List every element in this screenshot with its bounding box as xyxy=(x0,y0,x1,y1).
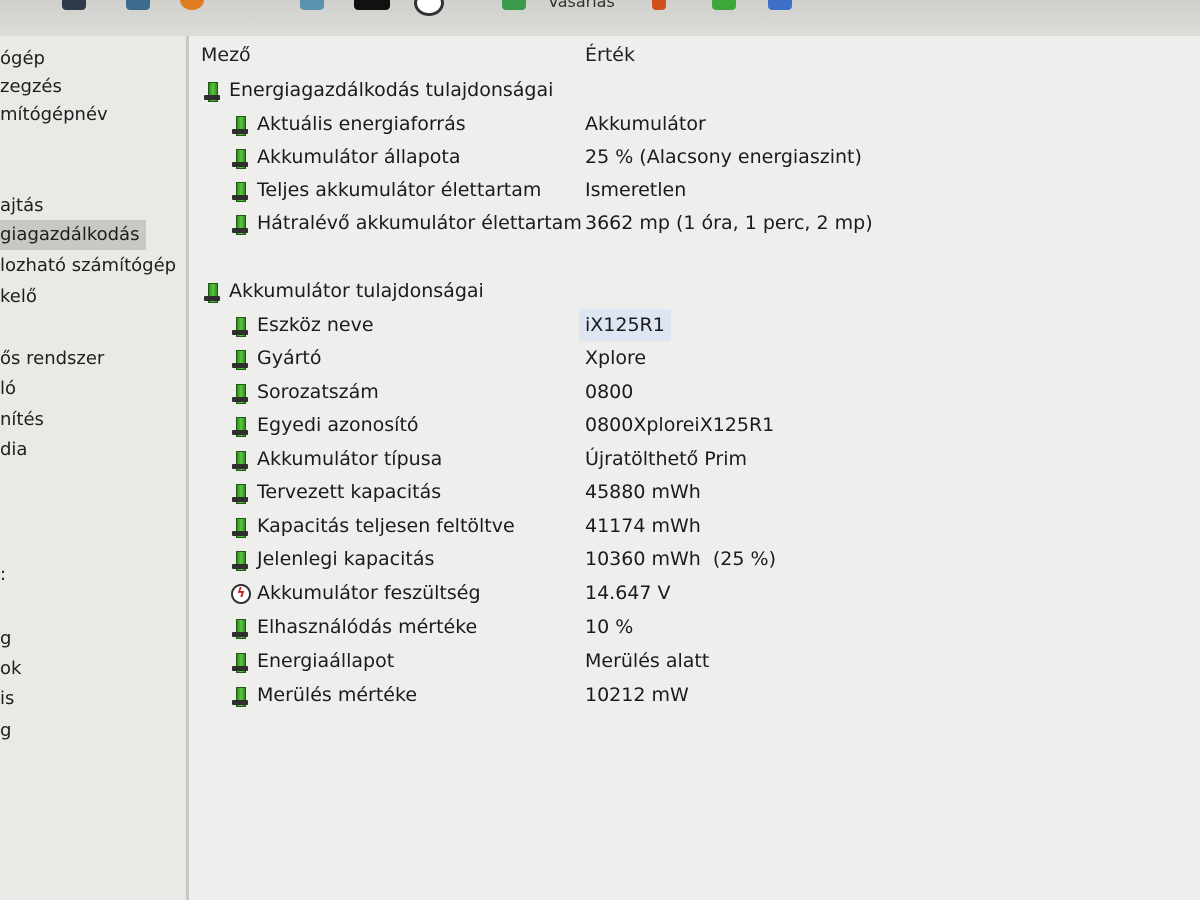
battery-icon xyxy=(231,518,249,538)
row-value: 10212 mW xyxy=(585,684,689,706)
row-field: Kapacitás teljesen feltöltve xyxy=(257,515,515,537)
row-field: Jelenlegi kapacitás xyxy=(257,548,435,570)
battery-icon xyxy=(203,82,221,102)
sidebar-item[interactable]: nítés xyxy=(0,405,50,435)
row-field: Teljes akkumulátor élettartam xyxy=(257,179,542,201)
battery-icon xyxy=(231,619,249,639)
row-field: Akkumulátor feszültség xyxy=(257,582,481,604)
row-field: Akkumulátor állapota xyxy=(257,146,461,168)
sidebar-item[interactable]: g xyxy=(0,624,17,654)
voltage-icon: ϟ xyxy=(231,584,251,604)
row-value: 0800XploreiX125R1 xyxy=(585,414,775,436)
toolbar-icon-2[interactable] xyxy=(126,0,150,10)
battery-icon xyxy=(231,215,249,235)
row-field: Eszköz neve xyxy=(257,314,374,336)
section-title: Akkumulátor tulajdonságai xyxy=(229,280,484,302)
toolbar-icon-9[interactable] xyxy=(712,0,736,10)
row-field: Elhasználódás mértéke xyxy=(257,616,478,638)
row-value: Merülés alatt xyxy=(585,650,710,672)
sidebar: ógép zegzés mítógépnév ajtás giagazdálko… xyxy=(0,36,189,900)
toolbar: Vásárlás xyxy=(0,0,1200,37)
battery-icon xyxy=(231,350,249,370)
column-header-field[interactable]: Mező xyxy=(201,44,251,66)
sidebar-item[interactable]: ló xyxy=(0,374,22,404)
toolbar-icon-4[interactable] xyxy=(300,0,324,10)
row-value: 10 % xyxy=(585,616,634,638)
sidebar-item[interactable]: g xyxy=(0,716,17,746)
battery-icon xyxy=(231,687,249,707)
sidebar-item[interactable]: dia xyxy=(0,435,33,465)
battery-icon xyxy=(231,653,249,673)
sidebar-item[interactable]: kelő xyxy=(0,282,43,312)
sidebar-item[interactable]: zegzés xyxy=(0,72,68,102)
sidebar-item[interactable]: mítógépnév xyxy=(0,100,114,130)
sidebar-item[interactable]: ajtás xyxy=(0,191,50,221)
row-field: Aktuális energiaforrás xyxy=(257,113,466,135)
toolbar-icon-1[interactable] xyxy=(62,0,86,10)
toolbar-icon-10[interactable] xyxy=(768,0,792,10)
row-value: Akkumulátor xyxy=(585,113,706,135)
row-field: Energiaállapot xyxy=(257,650,395,672)
row-value: Xplore xyxy=(585,347,647,369)
battery-icon xyxy=(231,182,249,202)
battery-icon xyxy=(231,116,249,136)
row-value: 25 % (Alacsony energiaszint) xyxy=(585,146,862,168)
battery-icon xyxy=(231,484,249,504)
column-header-value[interactable]: Érték xyxy=(585,44,635,66)
battery-icon xyxy=(231,451,249,471)
battery-icon xyxy=(231,317,249,337)
battery-icon xyxy=(231,384,249,404)
sidebar-item[interactable]: : xyxy=(0,560,12,590)
toolbar-icon-7[interactable] xyxy=(502,0,526,10)
row-value: 0800 xyxy=(585,381,634,403)
battery-icon xyxy=(231,417,249,437)
row-value: 3662 mp (1 óra, 1 perc, 2 mp) xyxy=(585,212,873,234)
row-value: iX125R1 xyxy=(579,309,671,341)
row-field: Gyártó xyxy=(257,347,322,369)
toolbar-icon-6[interactable] xyxy=(414,0,444,16)
row-value: 10360 mWh (25 %) xyxy=(585,548,776,570)
section-title: Energiagazdálkodás tulajdonságai xyxy=(229,79,554,101)
battery-icon xyxy=(203,283,221,303)
toolbar-text[interactable]: Vásárlás xyxy=(548,0,615,11)
sidebar-item[interactable]: ok xyxy=(0,654,27,684)
row-field: Egyedi azonosító xyxy=(257,414,419,436)
row-field: Sorozatszám xyxy=(257,381,379,403)
row-field: Merülés mértéke xyxy=(257,684,418,706)
sidebar-item[interactable]: ógép xyxy=(0,44,51,74)
row-field: Akkumulátor típusa xyxy=(257,448,443,470)
row-value: 45880 mWh xyxy=(585,481,701,503)
sidebar-item-energy-management[interactable]: giagazdálkodás xyxy=(0,220,146,250)
row-value: 41174 mWh xyxy=(585,515,701,537)
toolbar-icon-5[interactable] xyxy=(354,0,390,10)
properties-panel: Mező Érték Energiagazdálkodás tulajdonsá… xyxy=(189,36,1200,900)
row-field: Hátralévő akkumulátor élettartam xyxy=(257,212,582,234)
sidebar-item[interactable]: ős rendszer xyxy=(0,344,110,374)
row-value: Ismeretlen xyxy=(585,179,687,201)
row-value: 14.647 V xyxy=(585,582,671,604)
battery-icon xyxy=(231,149,249,169)
sidebar-item[interactable]: lozható számítógép xyxy=(0,251,182,281)
row-field: Tervezett kapacitás xyxy=(257,481,442,503)
toolbar-icon-8[interactable] xyxy=(652,0,666,10)
sidebar-item[interactable]: is xyxy=(0,684,20,714)
row-value: Újratölthető Prim xyxy=(585,448,748,470)
toolbar-icon-3[interactable] xyxy=(180,0,204,10)
battery-icon xyxy=(231,551,249,571)
